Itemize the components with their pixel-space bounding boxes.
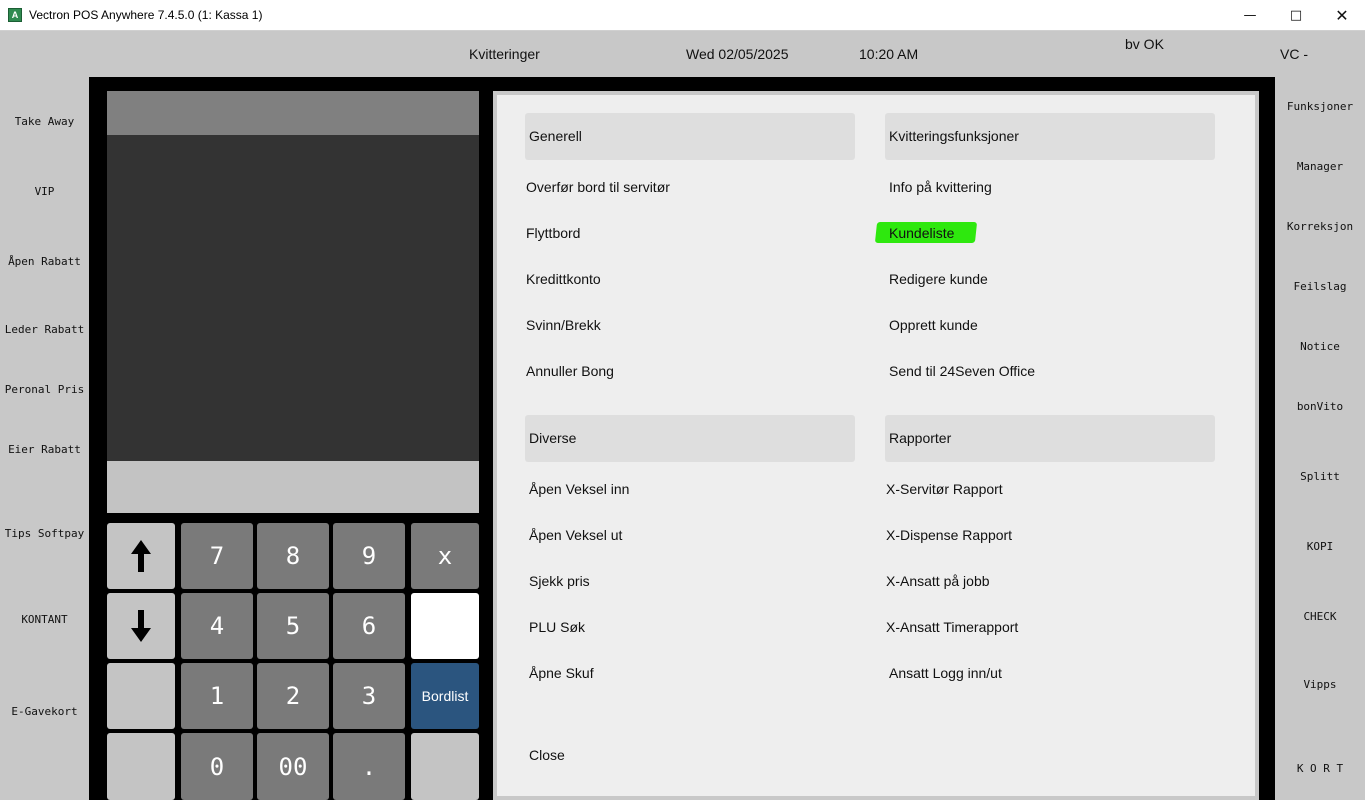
bonvito-button[interactable]: bonVito	[1275, 400, 1365, 413]
right-function-column: Funksjoner Manager Korreksjon Feilslag N…	[1275, 77, 1365, 800]
arrow-up-icon	[131, 540, 151, 572]
decimal-key[interactable]: .	[333, 733, 405, 800]
funksjoner-button[interactable]: Funksjoner	[1275, 100, 1365, 113]
kundeliste-item[interactable]: Kundeliste	[889, 225, 954, 241]
svinn-brekk-item[interactable]: Svinn/Brekk	[526, 317, 601, 333]
korreksjon-button[interactable]: Korreksjon	[1275, 220, 1365, 233]
rapporter-header: Rapporter	[885, 415, 1215, 462]
key-3[interactable]: 3	[333, 663, 405, 729]
key-9[interactable]: 9	[333, 523, 405, 589]
e-gavekort-button[interactable]: E-Gavekort	[0, 705, 89, 718]
scroll-up-button[interactable]	[107, 523, 175, 589]
vip-button[interactable]: VIP	[0, 185, 89, 198]
sjekk-pris-item[interactable]: Sjekk pris	[529, 573, 590, 589]
plu-sok-item[interactable]: PLU Søk	[529, 619, 585, 635]
apne-skuf-item[interactable]: Åpne Skuf	[529, 665, 594, 681]
key-4[interactable]: 4	[181, 593, 253, 659]
blank-key[interactable]	[411, 593, 479, 659]
redigere-kunde-item[interactable]: Redigere kunde	[889, 271, 988, 287]
empty-key-bottom-left[interactable]	[107, 733, 175, 800]
time-label: 10:20 AM	[859, 46, 919, 62]
key-1[interactable]: 1	[181, 663, 253, 729]
manager-button[interactable]: Manager	[1275, 160, 1365, 173]
arrow-down-icon	[131, 610, 151, 642]
x-ansatt-timerapport-item[interactable]: X-Ansatt Timerapport	[886, 619, 1018, 635]
x-ansatt-pa-jobb-item[interactable]: X-Ansatt på jobb	[886, 573, 990, 589]
apen-veksel-inn-item[interactable]: Åpen Veksel inn	[529, 481, 629, 497]
annuller-bong-item[interactable]: Annuller Bong	[526, 363, 614, 379]
key-8[interactable]: 8	[257, 523, 329, 589]
vipps-button[interactable]: Vipps	[1275, 678, 1365, 691]
splitt-button[interactable]: Splitt	[1275, 470, 1365, 483]
title-bar: A Vectron POS Anywhere 7.4.5.0 (1: Kassa…	[0, 0, 1365, 31]
minimize-icon[interactable]: —	[1227, 0, 1273, 31]
peronal-pris-button[interactable]: Peronal Pris	[0, 383, 89, 396]
check-button[interactable]: CHECK	[1275, 610, 1365, 623]
info-pa-kvittering-item[interactable]: Info på kvittering	[889, 179, 992, 195]
notice-button[interactable]: Notice	[1275, 340, 1365, 353]
key-00[interactable]: 00	[257, 733, 329, 800]
key-7[interactable]: 7	[181, 523, 253, 589]
vectron-app-icon: A	[8, 8, 22, 22]
tips-softpay-button[interactable]: Tips Softpay	[0, 527, 89, 540]
key-2[interactable]: 2	[257, 663, 329, 729]
user-label: VC -	[1280, 46, 1308, 62]
opprett-kunde-item[interactable]: Opprett kunde	[889, 317, 978, 333]
flyttbord-item[interactable]: Flyttbord	[526, 225, 580, 241]
kredittkonto-item[interactable]: Kredittkonto	[526, 271, 601, 287]
multiply-key[interactable]: x	[411, 523, 479, 589]
status-message: bv OK	[1125, 36, 1164, 52]
eier-rabatt-button[interactable]: Eier Rabatt	[0, 443, 89, 456]
overfor-bord-item[interactable]: Overfør bord til servitør	[526, 179, 670, 195]
take-away-button[interactable]: Take Away	[0, 115, 89, 128]
kontant-button[interactable]: KONTANT	[0, 613, 89, 626]
scroll-down-button[interactable]	[107, 593, 175, 659]
date-label: Wed 02/05/2025	[686, 46, 789, 62]
receipt-display	[107, 135, 479, 461]
apen-rabatt-button[interactable]: Åpen Rabatt	[0, 255, 89, 268]
key-0[interactable]: 0	[181, 733, 253, 800]
section-label: Kvitteringer	[469, 46, 540, 62]
send-24seven-item[interactable]: Send til 24Seven Office	[889, 363, 1035, 379]
empty-key-left[interactable]	[107, 663, 175, 729]
key-5[interactable]: 5	[257, 593, 329, 659]
window-title: Vectron POS Anywhere 7.4.5.0 (1: Kassa 1…	[29, 8, 263, 22]
feilslag-button[interactable]: Feilslag	[1275, 280, 1365, 293]
maximize-icon[interactable]: □	[1273, 0, 1319, 31]
apen-veksel-ut-item[interactable]: Åpen Veksel ut	[529, 527, 622, 543]
key-6[interactable]: 6	[333, 593, 405, 659]
x-servitor-rapport-item[interactable]: X-Servitør Rapport	[886, 481, 1003, 497]
kopi-button[interactable]: KOPI	[1275, 540, 1365, 553]
generell-header: Generell	[525, 113, 855, 160]
diverse-header: Diverse	[525, 415, 855, 462]
x-dispense-rapport-item[interactable]: X-Dispense Rapport	[886, 527, 1012, 543]
close-icon[interactable]: ✕	[1319, 0, 1365, 31]
empty-key-bottom-right[interactable]	[411, 733, 479, 800]
ansatt-logg-item[interactable]: Ansatt Logg inn/ut	[889, 665, 1002, 681]
kvitteringsfunksjoner-header: Kvitteringsfunksjoner	[885, 113, 1215, 160]
close-button[interactable]: Close	[529, 747, 565, 763]
leder-rabatt-button[interactable]: Leder Rabatt	[0, 323, 89, 336]
left-function-column: Take Away VIP Åpen Rabatt Leder Rabatt P…	[0, 77, 89, 800]
kort-button[interactable]: K O R T	[1275, 762, 1365, 775]
display-header	[107, 91, 479, 135]
input-display	[107, 461, 479, 513]
bordlist-button[interactable]: Bordlist	[411, 663, 479, 729]
status-bar: Kvitteringer Wed 02/05/2025 10:20 AM bv …	[0, 31, 1365, 77]
